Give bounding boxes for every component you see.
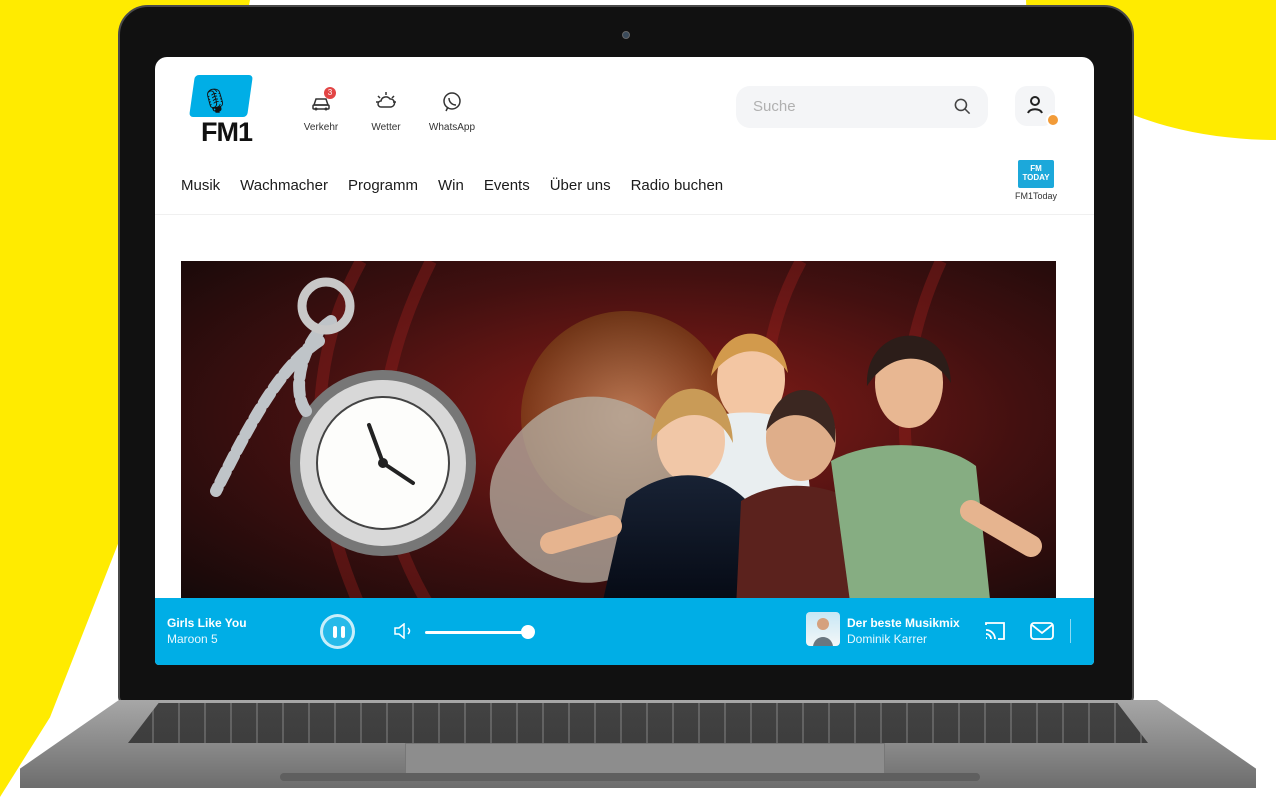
quick-link-whatsapp[interactable]: WhatsApp — [425, 90, 479, 133]
traffic-badge: 3 — [324, 87, 336, 99]
laptop-product-shot: 🎙 FM1 3 Verkehr Wetter WhatsApp Suche Mu… — [0, 0, 1276, 797]
player-divider — [1070, 619, 1071, 643]
volume-slider-knob[interactable] — [521, 625, 535, 639]
quick-link-label: Verkehr — [303, 122, 339, 133]
header-separator — [155, 214, 1094, 215]
fm1today-logo: FM TODAY — [1018, 160, 1054, 188]
account-button[interactable] — [1015, 86, 1060, 127]
nav-item-radio-buchen[interactable]: Radio buchen — [631, 177, 724, 194]
current-show: Der beste Musikmix Dominik Karrer — [847, 615, 960, 647]
whatsapp-icon — [440, 90, 464, 114]
main-navigation: Musik Wachmacher Programm Win Events Übe… — [181, 177, 723, 194]
laptop-keyboard — [128, 703, 1148, 743]
fm1today-label: FM1Today — [1014, 191, 1058, 201]
search-input[interactable]: Suche — [736, 86, 988, 128]
show-host: Dominik Karrer — [847, 632, 928, 646]
logo-text: FM1 — [201, 117, 253, 147]
nav-item-wachmacher[interactable]: Wachmacher — [240, 177, 328, 194]
nav-item-win[interactable]: Win — [438, 177, 464, 194]
mail-icon[interactable] — [1029, 620, 1055, 642]
song-title: Girls Like You — [167, 616, 247, 630]
camera-icon — [622, 31, 630, 39]
song-artist: Maroon 5 — [167, 632, 218, 646]
host-avatar — [806, 612, 840, 646]
fm1-website-screen: 🎙 FM1 3 Verkehr Wetter WhatsApp Suche Mu… — [155, 57, 1094, 665]
nav-item-programm[interactable]: Programm — [348, 177, 418, 194]
search-icon[interactable] — [953, 97, 972, 116]
nav-item-ueber-uns[interactable]: Über uns — [550, 177, 611, 194]
cast-icon[interactable] — [983, 620, 1007, 642]
search-placeholder: Suche — [753, 98, 796, 115]
radio-player: Girls Like You Maroon 5 Der beste Musikm… — [155, 598, 1094, 665]
volume-slider[interactable] — [425, 631, 527, 634]
pause-button[interactable] — [320, 614, 355, 649]
volume-icon[interactable] — [393, 623, 413, 639]
fm1-logo[interactable]: 🎙 FM1 — [189, 73, 260, 147]
laptop-front-edge — [280, 773, 980, 781]
nav-item-musik[interactable]: Musik — [181, 177, 220, 194]
traffic-icon: 3 — [309, 87, 336, 114]
notification-dot — [1046, 113, 1060, 127]
quick-link-label: Wetter — [371, 122, 401, 133]
fm1today-link[interactable]: FM TODAY FM1Today — [1013, 160, 1059, 201]
weather-icon — [374, 90, 398, 114]
quick-link-traffic[interactable]: 3 Verkehr — [300, 87, 342, 133]
radio-host-logo-icon: 🎙 — [200, 88, 231, 115]
now-playing: Girls Like You Maroon 5 — [167, 615, 247, 647]
show-title: Der beste Musikmix — [847, 616, 960, 630]
hero-image — [181, 261, 1056, 609]
quick-link-label: WhatsApp — [428, 122, 476, 133]
nav-item-events[interactable]: Events — [484, 177, 530, 194]
quick-link-weather[interactable]: Wetter — [366, 90, 406, 133]
